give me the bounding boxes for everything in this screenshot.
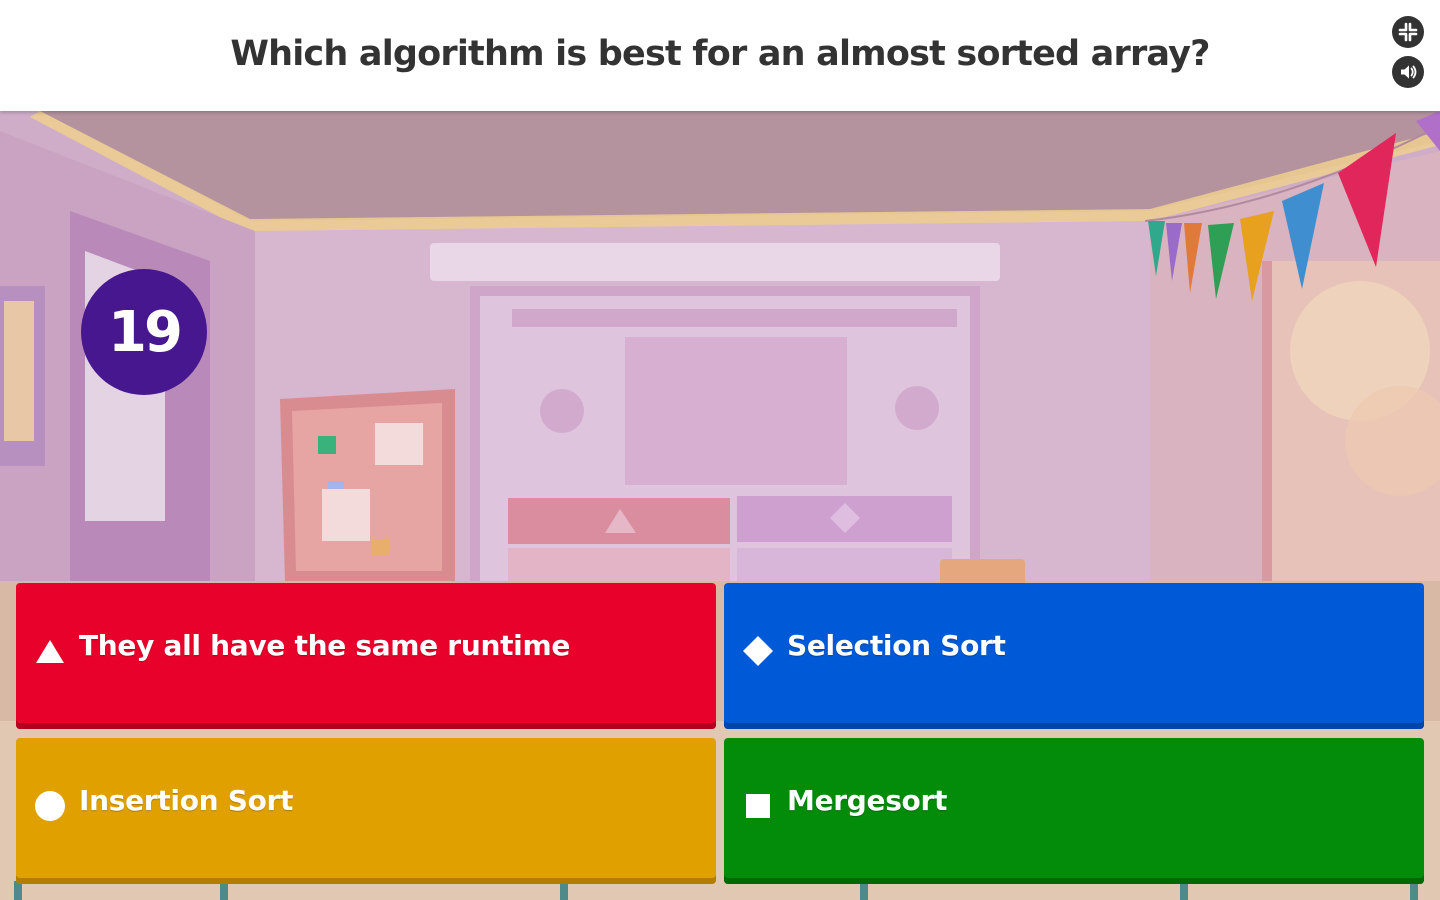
square-icon	[746, 794, 770, 818]
triangle-icon	[36, 640, 64, 663]
fullscreen-button[interactable]	[1392, 16, 1424, 48]
answer-label: Insertion Sort	[79, 784, 294, 817]
question-header: Which algorithm is best for an almost so…	[0, 0, 1440, 111]
answer-label: Mergesort	[787, 784, 948, 817]
answer-label: Selection Sort	[787, 629, 1006, 662]
answer-label: They all have the same runtime	[79, 629, 571, 662]
answer-button-green[interactable]: Mergesort	[724, 738, 1424, 884]
sound-toggle-button[interactable]	[1392, 56, 1424, 88]
question-title: Which algorithm is best for an almost so…	[230, 33, 1210, 74]
answer-button-blue[interactable]: Selection Sort	[724, 583, 1424, 729]
countdown-timer: 19	[81, 269, 207, 395]
diamond-icon	[743, 636, 773, 666]
circle-icon	[35, 791, 65, 821]
timer-value: 19	[108, 299, 183, 365]
answer-button-red[interactable]: They all have the same runtime	[16, 583, 716, 729]
answer-button-yellow[interactable]: Insertion Sort	[16, 738, 716, 884]
fullscreen-icon	[1398, 22, 1418, 42]
speaker-icon	[1401, 65, 1417, 79]
